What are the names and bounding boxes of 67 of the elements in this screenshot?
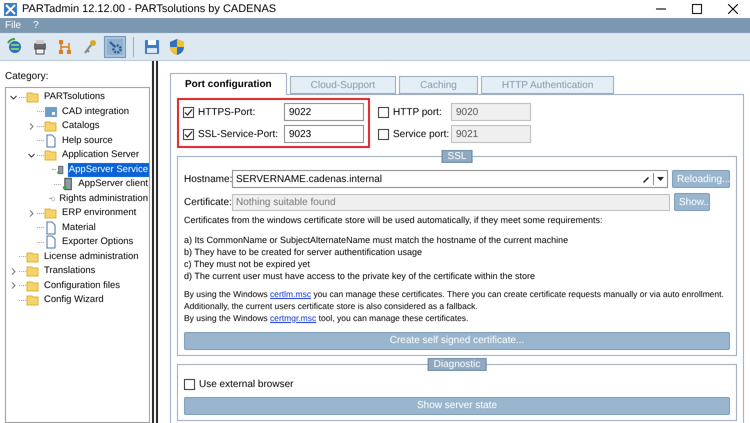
requirement-text: c) They must not be expired yet — [184, 258, 311, 270]
checkbox-label: Use external browser — [199, 378, 294, 392]
tree-item[interactable]: Exporter Options — [61, 235, 134, 250]
help-text: Additionally, the current users certificate store is also considered as a fallback. — [184, 300, 479, 312]
tree-item[interactable]: ERP environment — [61, 206, 138, 220]
network-nodes-icon — [56, 38, 74, 56]
tree-item[interactable]: Help source — [61, 134, 114, 148]
gear-icon — [106, 38, 124, 56]
globe-refresh-icon — [6, 38, 24, 56]
tab[interactable]: Port configuration — [170, 73, 287, 95]
folder-icon — [44, 148, 58, 162]
hostname-field[interactable]: SERVERNAME.cadenas.internal — [236, 172, 642, 186]
dropdown-arrow-icon[interactable] — [657, 177, 664, 181]
checkbox[interactable] — [378, 128, 389, 140]
folder-icon — [44, 119, 58, 134]
folder-icon — [26, 250, 40, 264]
certificate-field[interactable]: Nothing suitable found — [232, 194, 670, 210]
tree-item[interactable]: License administration — [43, 250, 140, 264]
toolbar-button[interactable] — [104, 36, 126, 58]
requirement-text: b) They have to be created for server authentification usage — [184, 246, 423, 258]
tree-item[interactable]: Material — [61, 220, 97, 235]
category-label: Category: — [5, 70, 50, 84]
group-legend: SSL — [442, 150, 472, 163]
link[interactable]: certmgr.msc — [270, 312, 316, 322]
printer-icon — [31, 38, 49, 56]
shield-icon — [168, 38, 186, 56]
tree-item[interactable]: AppServer Service — [68, 162, 149, 177]
link[interactable]: certlm.msc — [270, 288, 312, 298]
tree-item[interactable]: CAD integration — [61, 104, 130, 119]
checkbox[interactable] — [184, 379, 195, 390]
chevron-icon[interactable] — [28, 152, 35, 159]
help-text: Certificates from the windows certificate store will be used automatically, if they meet some requirements: — [184, 214, 604, 227]
module-icon — [44, 104, 58, 119]
pencil-icon[interactable] — [642, 175, 650, 183]
tree-item[interactable]: Catalogs — [61, 119, 100, 134]
hostname-combobox[interactable]: SERVERNAME.cadenas.internal — [232, 170, 668, 188]
tree-item[interactable]: AppServer client — [77, 177, 149, 192]
window-title: PARTadmin 12.12.00 - PARTsolutions by CADENAS — [22, 2, 276, 17]
group-legend: Diagnostic — [428, 358, 486, 370]
tree-item[interactable]: Application Server — [61, 148, 140, 162]
checkbox[interactable] — [378, 106, 389, 118]
port-label: HTTPS-Port: — [198, 106, 256, 120]
folder-icon — [26, 293, 40, 308]
app-logo-icon — [4, 2, 17, 16]
folder-icon — [26, 90, 40, 104]
folder-icon — [26, 264, 40, 278]
chevron-icon[interactable] — [10, 94, 17, 101]
port-field[interactable]: 9023 — [284, 125, 364, 143]
checkbox[interactable] — [183, 128, 194, 140]
tree-item[interactable]: Translations — [43, 264, 96, 278]
tree-item[interactable]: Rights administration — [58, 192, 149, 206]
requirement-text: d) The current user must have access to the private key of the certificate within the store — [184, 270, 536, 282]
close-icon[interactable] — [728, 4, 738, 14]
port-label: HTTP port: — [393, 106, 443, 120]
tree-item[interactable]: PARTsolutions — [43, 90, 106, 104]
maximize-icon[interactable] — [692, 4, 702, 14]
port-label: Service port: — [393, 128, 450, 142]
tree-item[interactable]: Config Wizard — [43, 293, 105, 308]
checkbox[interactable] — [183, 106, 194, 118]
port-field[interactable]: 9022 — [284, 103, 364, 121]
help-text: By using the Windows certlm.msc you can manage these certificates. There you can create certificate requests manually or via auto enrollment. — [184, 288, 725, 300]
folder-icon — [44, 206, 58, 220]
help-text: By using the Windows certmgr.msc tool, you can manage these certificates. — [184, 312, 470, 324]
tree-item[interactable]: Configuration files — [43, 278, 122, 293]
port-label: SSL-Service-Port: — [198, 128, 280, 142]
folder-icon — [26, 278, 40, 293]
requirement-text: a) Its CommonName or SubjectAlternateName must match the hostname of the current machine — [184, 234, 570, 246]
